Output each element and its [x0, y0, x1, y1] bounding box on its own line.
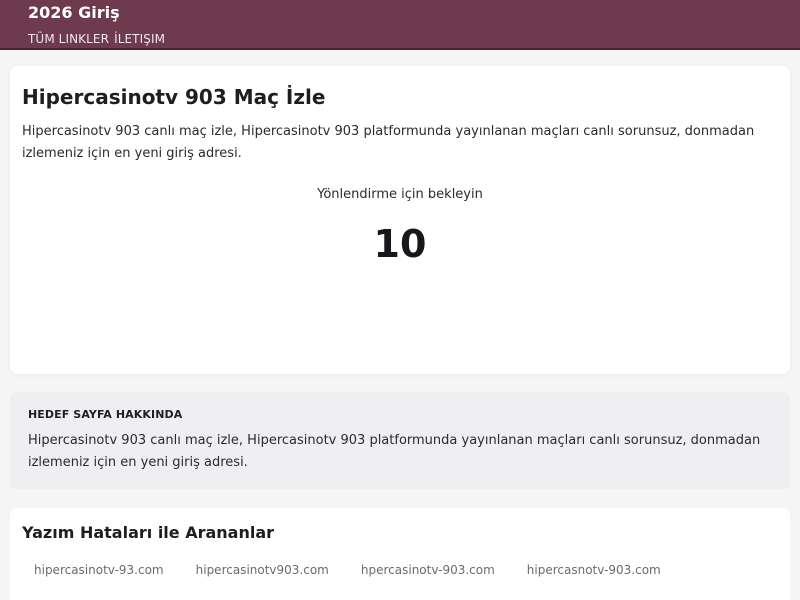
- top-nav: TÜM LINKLER İLETIŞIM: [28, 32, 165, 46]
- typo-chip[interactable]: hipercasinotv-93.com: [22, 560, 176, 580]
- typo-chip[interactable]: hipercasnotv-903.com: [515, 560, 673, 580]
- typo-chip[interactable]: hpercasinotv-903.com: [349, 560, 507, 580]
- typo-chip[interactable]: hipercasinotv903.com: [184, 560, 341, 580]
- page-description: Hipercasinotv 903 canlı maç izle, Hiperc…: [22, 124, 755, 161]
- target-page-label: HEDEF SAYFA HAKKINDA: [28, 408, 183, 421]
- target-page-description: Hipercasinotv 903 canlı maç izle, Hiperc…: [28, 433, 761, 470]
- top-header: 2026 Giriş TÜM LINKLER İLETIŞIM: [0, 0, 800, 50]
- nav-link-all-links[interactable]: TÜM LINKLER: [28, 32, 109, 46]
- redirect-card: Hipercasinotv 903 Maç İzle Hipercasinotv…: [10, 66, 790, 374]
- site-brand[interactable]: 2026 Giriş: [28, 3, 120, 22]
- nav-link-contact[interactable]: İLETIŞIM: [114, 32, 165, 46]
- redirect-message: Yönlendirme için bekleyin: [317, 187, 483, 202]
- countdown-timer: 10: [373, 222, 427, 266]
- target-page-info: HEDEF SAYFA HAKKINDA Hipercasinotv 903 c…: [10, 392, 790, 489]
- typo-searches-section: Yazım Hataları ile Arananlar hipercasino…: [10, 508, 790, 600]
- page-title: Hipercasinotv 903 Maç İzle: [22, 85, 326, 109]
- typo-chip-list: hipercasinotv-93.com hipercasinotv903.co…: [22, 560, 782, 580]
- typo-searches-title: Yazım Hataları ile Arananlar: [22, 523, 275, 542]
